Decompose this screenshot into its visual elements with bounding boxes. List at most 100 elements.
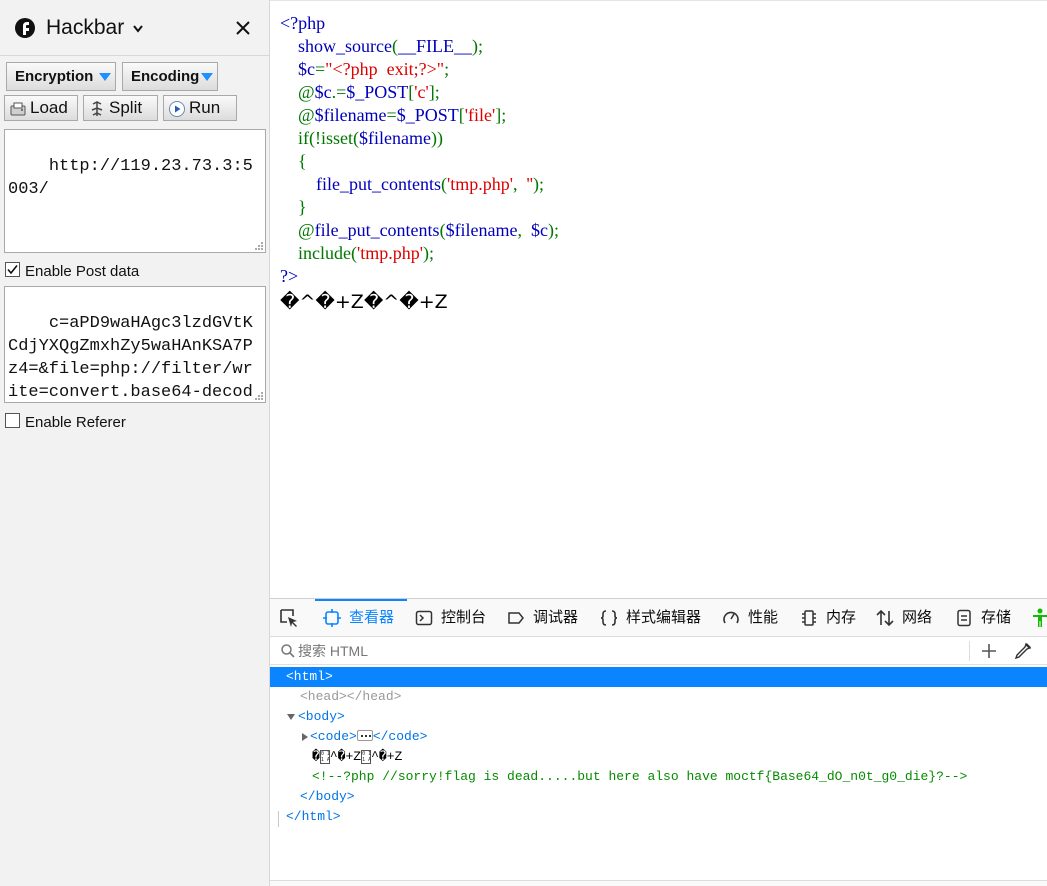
code-token: @ [298,105,315,125]
close-icon[interactable] [234,19,252,37]
code-token: , [512,174,527,194]
sidebar-title[interactable]: Hackbar [46,16,124,40]
encryption-dropdown[interactable]: Encryption [6,62,116,91]
code-token: { [298,151,307,171]
add-node-icon[interactable] [980,642,998,660]
load-button[interactable]: Load [4,95,78,121]
code-token: ); [422,243,434,263]
collapsed-twisty-icon[interactable] [300,732,310,742]
code-token: @ [298,82,315,102]
chevron-down-icon[interactable] [132,24,144,34]
ellipsis-icon[interactable] [356,730,373,742]
inspector-icon [323,609,341,627]
code-token: )) [430,128,443,148]
page-content: <?php show_source(__FILE__); $c="<?php e… [270,0,1047,598]
enable-post-checkbox[interactable] [5,262,20,277]
code-token: } [298,197,307,217]
enable-referer-label[interactable]: Enable Referer [25,414,126,431]
code-token: = [315,59,326,79]
tab-network[interactable]: 网络 [876,599,942,636]
dropdown-triangle-icon [99,73,111,81]
code-token: $c [531,220,549,240]
tree-node-code[interactable]: <code> </code> [270,727,1047,747]
post-data-value: c=aPD9waHAgc3lzdGVtKCdjYXQgZmxhZy5waHAnK… [8,314,253,402]
memory-icon [802,610,816,626]
load-icon [10,102,26,116]
tab-label: 调试器 [533,609,579,626]
comment-text: <!--?php //sorry!flag is dead.....but he… [312,769,968,784]
text-node: � [312,749,320,764]
code-token: "<?php exit;?>" [325,59,445,79]
code-line: <?php [280,13,326,33]
code-token: ]; [495,105,507,125]
load-label: Load [30,98,68,117]
url-textarea[interactable]: http://119.23.73.3:5003/ [4,129,266,253]
tab-label: 样式编辑器 [626,609,702,626]
resize-grip-icon[interactable] [253,390,263,400]
tab-memory[interactable]: 内存 [800,599,864,636]
resize-grip-icon[interactable] [253,240,263,250]
tree-node-text[interactable]: �0 11 A^�+Z0 11 A^�+Z [270,747,1047,767]
code-token: include [298,243,351,263]
tab-label: 存储 [981,609,1012,626]
code-token: show_source [298,36,392,56]
tab-storage[interactable]: 存储 [955,599,1021,636]
unprintable-char-icon: 0 11 A [361,749,372,764]
element-picker-icon[interactable] [278,607,300,629]
tree-node-body-close[interactable]: </body> [270,787,1047,807]
tab-inspector[interactable]: 查看器 [315,599,407,636]
accessibility-icon[interactable] [1032,608,1047,628]
code-token: ); [548,220,560,240]
tag-text: </body> [300,789,355,804]
storage-icon [957,609,971,627]
run-icon [169,101,185,117]
run-button[interactable]: Run [163,95,237,121]
tab-style-editor[interactable]: 样式编辑器 [600,599,706,636]
expanded-twisty-icon[interactable] [286,712,296,722]
tag-text: </code> [372,729,428,744]
tree-node-html-close[interactable]: </html> [270,807,1047,827]
tab-console[interactable]: 控制台 [415,599,493,636]
code-token: .= [331,82,347,102]
tab-debugger[interactable]: 调试器 [507,599,585,636]
post-data-textarea[interactable]: c=aPD9waHAgc3lzdGVtKCdjYXQgZmxhZy5waHAnK… [4,286,266,403]
code-token: ?> [280,266,299,286]
split-label: Split [109,98,143,117]
code-token: 'c' [414,82,429,102]
console-icon [415,610,433,626]
tab-label: 性能 [748,609,779,626]
code-token: $c [298,59,315,79]
enable-referer-checkbox[interactable] [5,413,20,428]
split-icon [91,101,103,116]
html-search-input[interactable] [298,640,958,662]
run-label: Run [189,98,221,117]
url-value: http://119.23.73.3:5003/ [8,157,253,199]
dropdown-triangle-icon [201,73,213,81]
code-token: $_POST [396,105,459,125]
text-node: ^�+Z [329,749,362,764]
enable-post-label[interactable]: Enable Post data [25,263,139,280]
tree-node-body[interactable]: <body> [270,707,1047,727]
code-token: 'tmp.php' [356,243,423,263]
tag-text: <head></head> [300,689,402,704]
code-token: __FILE__ [397,36,472,56]
tab-performance[interactable]: 性能 [722,599,786,636]
tree-node-head[interactable]: <head></head> [270,687,1047,707]
tree-node-html[interactable]: <html> [270,667,1047,687]
devtools-bottom-bar [270,880,1047,886]
code-token: ); [471,36,483,56]
search-icon [281,644,295,658]
tree-node-comment[interactable]: <!--?php //sorry!flag is dead.....but he… [270,767,1047,787]
code-token: $c [314,82,332,102]
php-source-code: <?php show_source(__FILE__); $c="<?php e… [280,12,559,288]
code-token: $filename [445,220,518,240]
encoding-dropdown[interactable]: Encoding [122,62,218,91]
split-button[interactable]: Split [83,95,158,121]
tab-label: 网络 [902,609,933,626]
code-token: file_put_contents [316,174,441,194]
code-token: ]; [428,82,440,102]
code-token: 'file' [464,105,496,125]
tab-label: 内存 [826,609,857,626]
eyedropper-icon[interactable] [1014,642,1032,660]
code-token: = [386,105,397,125]
